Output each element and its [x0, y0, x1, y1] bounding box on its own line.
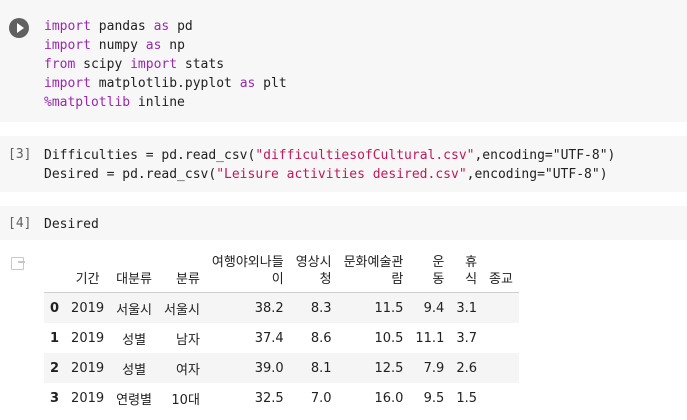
code-string: "Leisure activities desired.csv" [216, 167, 467, 182]
code-token: Difficulties = pd.read_csv( [44, 148, 256, 163]
table-cell: 8.1 [310, 360, 332, 376]
dataframe-output: 기간 대분류 분류 여행야외나들 이 영상시 청 문화예술관 람 운 동 휴 식종교 0 2019 서울시 서… [44, 250, 519, 413]
code-keyword: as [153, 19, 170, 34]
code-token: numpy [90, 38, 146, 53]
table-cell: 8.6 [310, 330, 332, 346]
code-cell-desired[interactable] [0, 206, 687, 240]
code-editor-imports[interactable]: import pandas as pd import numpy as np f… [44, 17, 287, 112]
table-cell: 2.6 [456, 360, 478, 376]
column-header: 운동 [432, 255, 445, 287]
column-header: 종교 [489, 272, 513, 287]
table-row: 3 2019 연령별 10대 32.5 7.0 16.0 9.5 1.5 [44, 383, 519, 413]
table-cell: 7.9 [423, 360, 445, 376]
table-cell: 12.5 [374, 360, 404, 376]
table-cell: 1.5 [456, 390, 478, 406]
table-cell: 여자 [176, 362, 200, 378]
table-body: 0 2019 서울시 서울시 38.2 8.3 11.5 9.4 3.1 1 2019 성별 남자 37.… [44, 292, 519, 414]
table-cell: 2019 [71, 330, 105, 346]
code-token: Desired [44, 217, 99, 232]
table-cell: 11.5 [374, 300, 404, 316]
table-cell: 9.5 [423, 390, 445, 406]
table-cell: 서울시 [164, 302, 200, 318]
table-row: 0 2019 서울시 서울시 38.2 8.3 11.5 9.4 3.1 [44, 292, 519, 324]
table-cell: 7.0 [310, 390, 332, 406]
table-cell [483, 383, 519, 413]
table-row: 1 2019 성별 남자 37.4 8.6 10.5 11.1 3.7 [44, 323, 519, 353]
code-token: stats [177, 57, 225, 72]
table-cell: 37.4 [254, 330, 284, 346]
row-index: 2 [50, 360, 60, 376]
table-cell: 3.7 [456, 330, 478, 346]
table-cell [483, 323, 519, 353]
table-cell: 2019 [71, 390, 105, 406]
table-cell: 8.3 [310, 300, 332, 316]
table-cell: 서울시 [116, 302, 153, 318]
code-token: inline [130, 95, 185, 110]
column-header: 기간 [75, 272, 100, 287]
code-editor-desired[interactable]: Desired [44, 215, 99, 234]
table-row: 2 2019 성별 여자 39.0 8.1 12.5 7.9 2.6 [44, 353, 519, 383]
table-cell: 11.1 [415, 330, 445, 346]
code-string: "difficultiesofCultural.csv" [255, 148, 475, 163]
column-header: 문화예술관 람 [343, 255, 404, 287]
code-token: pd [169, 19, 193, 34]
column-header: 여행야외나들 이 [211, 255, 284, 287]
column-header: 대분류 [116, 272, 153, 287]
play-icon[interactable] [9, 18, 29, 38]
table-cell [483, 293, 519, 324]
table-cell: 9.4 [423, 300, 445, 316]
code-token: scipy [75, 57, 131, 72]
table-cell: 2019 [71, 300, 105, 316]
row-index: 3 [50, 390, 60, 406]
table-cell: 38.2 [254, 300, 284, 316]
table-cell: 10.5 [374, 330, 404, 346]
code-token: plt [255, 76, 287, 91]
code-keyword: from [44, 57, 76, 72]
table-cell: 남자 [176, 332, 200, 348]
table-cell: 성별 [122, 332, 147, 348]
code-token: np [161, 38, 185, 53]
column-header: 분류 [176, 272, 200, 287]
table-cell: 16.0 [374, 390, 404, 406]
code-keyword: as [145, 38, 162, 53]
code-token: pandas [90, 19, 154, 34]
table-cell: 2019 [71, 360, 105, 376]
table-cell: 32.5 [254, 390, 284, 406]
code-editor-read-csv[interactable]: Difficulties = pd.read_csv("difficulties… [44, 146, 615, 184]
output-icon[interactable] [11, 257, 25, 270]
column-header: 영상시 청 [295, 255, 332, 287]
table-cell: 3.1 [456, 300, 478, 316]
code-token: ,encoding="UTF-8") [474, 148, 616, 163]
column-header [44, 250, 65, 293]
row-index: 1 [50, 330, 60, 346]
table-cell: 39.0 [254, 360, 284, 376]
column-header: 휴식 [465, 255, 478, 287]
table-cell: 연령별 [116, 392, 153, 408]
code-keyword: import [130, 57, 178, 72]
code-token: Desired = pd.read_csv( [44, 167, 217, 182]
code-keyword: %matplotlib [44, 95, 131, 110]
row-index: 0 [50, 300, 60, 316]
code-keyword: import [44, 76, 91, 91]
table-header-row: 기간 대분류 분류 여행야외나들 이 영상시 청 문화예술관 람 운 동 휴 식종교 [44, 250, 519, 293]
table-cell: 성별 [122, 362, 147, 378]
code-token: matplotlib.pyplot [90, 76, 240, 91]
code-keyword: as [239, 76, 256, 91]
code-token: ,encoding="UTF-8") [466, 167, 608, 182]
execution-count-4: [4] [8, 216, 32, 231]
code-keyword: import [44, 19, 91, 34]
execution-count-3: [3] [8, 147, 32, 162]
code-keyword: import [44, 38, 91, 53]
table-cell [483, 353, 519, 383]
table-cell: 10대 [171, 392, 200, 408]
